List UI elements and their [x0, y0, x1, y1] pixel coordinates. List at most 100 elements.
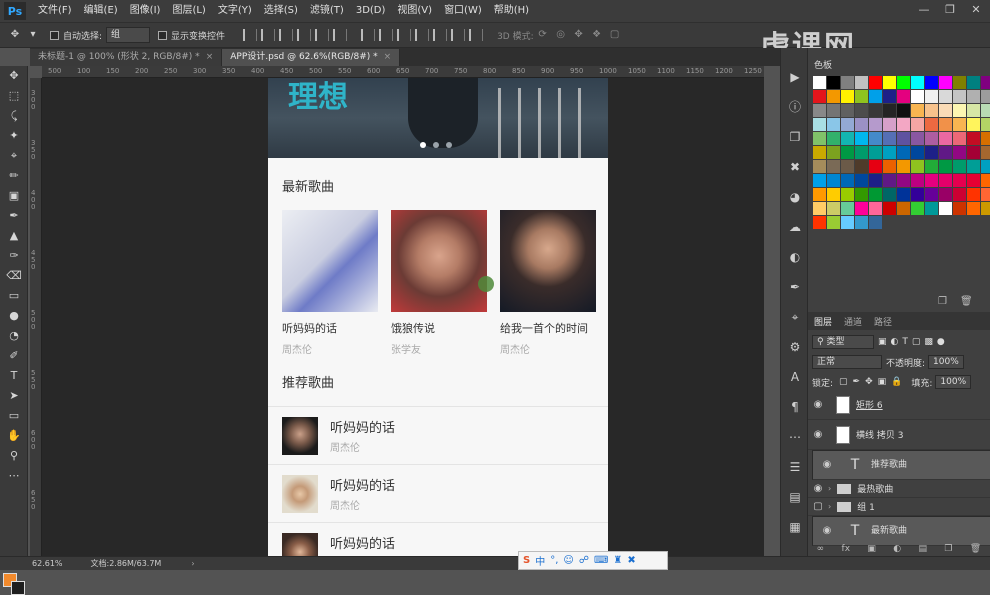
menu-select[interactable]: 选择(S) — [258, 0, 304, 22]
color-swatch[interactable] — [883, 76, 896, 89]
color-swatch[interactable] — [897, 76, 910, 89]
color-swatch[interactable] — [911, 104, 924, 117]
restore-icon[interactable]: ❐ — [942, 3, 958, 17]
color-swatch[interactable] — [869, 174, 882, 187]
color-swatch[interactable] — [827, 132, 840, 145]
zoom-tool-icon[interactable]: ⚲ — [0, 446, 28, 466]
opacity-input[interactable]: 100% — [928, 355, 964, 369]
color-swatch[interactable] — [827, 118, 840, 131]
layer-row[interactable]: ◉ 矩形 6 — [808, 390, 990, 420]
status-arrow-icon[interactable]: › — [191, 559, 194, 568]
layer-row[interactable]: ◉ T 推荐歌曲 — [812, 450, 990, 480]
color-swatch[interactable] — [827, 160, 840, 173]
color-swatch[interactable] — [841, 188, 854, 201]
show-transform-checkbox[interactable] — [158, 30, 168, 40]
color-swatch[interactable] — [939, 76, 952, 89]
color-swatch[interactable] — [827, 188, 840, 201]
color-swatch[interactable] — [883, 104, 896, 117]
app-mockup-document[interactable]: 理想 最新歌曲 听妈妈的话 周杰伦 饿狼传说 张学友 给我一首个的时间 周杰伦 … — [268, 78, 608, 556]
color-swatch[interactable] — [897, 132, 910, 145]
contrast-icon[interactable]: ◐ — [781, 242, 809, 272]
visibility-toggle-icon[interactable]: ▢ — [808, 501, 828, 512]
color-swatch[interactable] — [813, 132, 826, 145]
color-swatch[interactable] — [883, 90, 896, 103]
layer-row[interactable]: ◉ 横线 拷贝 3 — [808, 420, 990, 450]
visibility-eye-icon[interactable]: ◉ — [808, 399, 828, 410]
color-swatch[interactable] — [925, 132, 938, 145]
menu-view[interactable]: 视图(V) — [391, 0, 438, 22]
color-swatch[interactable] — [883, 160, 896, 173]
list-item[interactable]: 听妈妈的话 周杰伦 — [268, 464, 608, 520]
history-brush-tool-icon[interactable]: ✑ — [0, 246, 28, 266]
timeline-icon[interactable]: ▤ — [781, 482, 809, 512]
color-swatch[interactable] — [855, 174, 868, 187]
color-swatch[interactable] — [911, 188, 924, 201]
album-card[interactable]: 给我一首个的时间 周杰伦 — [500, 210, 596, 356]
color-swatch[interactable] — [925, 118, 938, 131]
expand-chevron-icon[interactable]: › — [828, 484, 831, 493]
color-swatch[interactable] — [841, 118, 854, 131]
3d-rotate-icon[interactable]: ⟳ — [534, 27, 552, 43]
keyboard-icon[interactable]: ⌨ — [594, 555, 608, 566]
menu-layer[interactable]: 图层(L) — [166, 0, 211, 22]
menu-type[interactable]: 文字(Y) — [212, 0, 258, 22]
properties-icon[interactable]: ❐ — [781, 122, 809, 152]
layer-filter-icons[interactable]: ▣◐T▢▩● — [878, 337, 949, 347]
more-tools-icon[interactable]: ⋯ — [0, 466, 28, 486]
color-swatch[interactable] — [925, 174, 938, 187]
color-swatch[interactable] — [841, 174, 854, 187]
color-swatch[interactable] — [967, 174, 980, 187]
color-swatch[interactable] — [939, 146, 952, 159]
emoji-icon[interactable]: ☺ — [563, 555, 573, 566]
visibility-eye-icon[interactable]: ◉ — [808, 483, 828, 494]
menu-edit[interactable]: 编辑(E) — [78, 0, 124, 22]
layer-filter-dropdown[interactable]: ⚲ 类型 — [812, 335, 874, 349]
color-swatch[interactable] — [869, 118, 882, 131]
auto-select-dropdown[interactable]: 组 — [106, 27, 151, 43]
color-swatch[interactable] — [869, 76, 882, 89]
clone-source-icon[interactable]: ⚙ — [781, 332, 809, 362]
color-swatch[interactable] — [967, 104, 980, 117]
color-swatch[interactable] — [953, 104, 966, 117]
color-swatch[interactable] — [981, 160, 990, 173]
color-swatch[interactable] — [813, 202, 826, 215]
crop-icon[interactable]: ⌖ — [781, 302, 809, 332]
color-swatch[interactable] — [855, 160, 868, 173]
info-icon[interactable]: ⓘ — [781, 92, 809, 122]
align-bottom-icon[interactable] — [279, 29, 294, 41]
color-swatch[interactable] — [827, 174, 840, 187]
layer-style-icon[interactable]: fx — [842, 544, 851, 556]
layer-row[interactable]: ◉ › 最热歌曲 — [808, 480, 990, 498]
carousel-dot[interactable] — [433, 142, 439, 148]
3d-pan-icon[interactable]: ✥ — [570, 27, 588, 43]
color-swatch[interactable] — [911, 132, 924, 145]
color-swatch[interactable] — [925, 188, 938, 201]
color-swatch[interactable] — [827, 104, 840, 117]
color-swatch[interactable] — [925, 146, 938, 159]
color-swatch[interactable] — [855, 90, 868, 103]
ime-mode[interactable]: 中 — [535, 553, 545, 568]
zoom-level[interactable]: 62.61% — [32, 559, 63, 568]
color-swatch[interactable] — [911, 118, 924, 131]
add-mask-icon[interactable]: ▣ — [867, 544, 876, 556]
color-swatch[interactable] — [897, 146, 910, 159]
color-swatch[interactable] — [925, 76, 938, 89]
color-swatch[interactable] — [827, 202, 840, 215]
color-swatch[interactable] — [967, 160, 980, 173]
align-hcenter-icon[interactable] — [315, 29, 330, 41]
color-swatch[interactable] — [939, 174, 952, 187]
color-swatch[interactable] — [981, 174, 990, 187]
color-swatch[interactable] — [869, 146, 882, 159]
color-swatch[interactable] — [967, 202, 980, 215]
album-card[interactable]: 听妈妈的话 周杰伦 — [282, 210, 378, 356]
fill-input[interactable]: 100% — [935, 375, 972, 389]
color-swatch[interactable] — [967, 76, 980, 89]
tab-layers[interactable]: 图层 — [808, 315, 838, 328]
character-icon[interactable]: A — [781, 362, 809, 392]
menu-help[interactable]: 帮助(H) — [488, 0, 535, 22]
distribute-top-icon[interactable] — [361, 29, 376, 41]
expand-chevron-icon[interactable]: › — [828, 502, 831, 511]
color-swatch[interactable] — [897, 160, 910, 173]
menu-filter[interactable]: 滤镜(T) — [304, 0, 350, 22]
color-swatch[interactable] — [897, 188, 910, 201]
